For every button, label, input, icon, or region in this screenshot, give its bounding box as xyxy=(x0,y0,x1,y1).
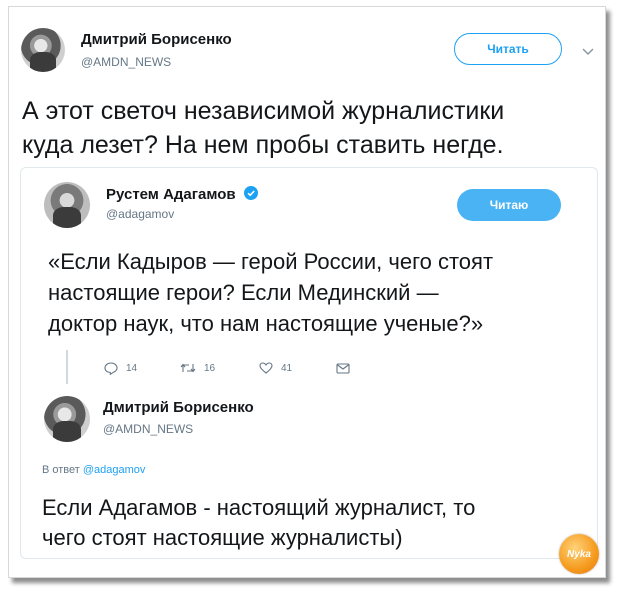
chevron-down-icon[interactable] xyxy=(582,44,594,56)
reply-icon xyxy=(104,361,118,375)
main-author-avatar[interactable] xyxy=(21,28,65,72)
main-tweet-text: А этот светоч независимой журналистики к… xyxy=(22,94,504,162)
quoted-tweet-line: настоящие герои? Если Мединский — xyxy=(48,280,439,305)
site-watermark-logo: Nyka xyxy=(559,534,599,574)
like-action[interactable]: 41 xyxy=(259,361,292,375)
retweet-count: 16 xyxy=(204,362,216,374)
watermark-label: Nyka xyxy=(567,548,591,560)
reply-tweet-line: чего стоят настоящие журналисты) xyxy=(42,525,403,550)
reply-author-avatar[interactable] xyxy=(44,396,90,442)
quoted-author-handle[interactable]: @adagamov xyxy=(106,207,174,221)
quoted-tweet-line: доктор наук, что нам настоящие ученые?» xyxy=(48,311,484,336)
quoted-author-avatar[interactable] xyxy=(44,182,90,228)
thread-connector-line xyxy=(66,350,68,384)
reply-action[interactable]: 14 xyxy=(104,361,137,375)
reply-author-handle[interactable]: @AMDN_NEWS xyxy=(103,422,193,436)
reply-to-handle-link[interactable]: @adagamov xyxy=(83,464,146,476)
quoted-tweet-text: «Если Кадыров — герой России, чего стоят… xyxy=(48,246,493,339)
reply-to-prefix: В ответ xyxy=(42,464,80,476)
main-tweet-line: куда лезет? На нем пробы ставить негде. xyxy=(22,131,504,159)
follow-button[interactable]: Читать xyxy=(454,33,562,65)
message-icon xyxy=(336,362,350,374)
reply-count: 14 xyxy=(126,362,138,374)
reply-author-name[interactable]: Дмитрий Борисенко xyxy=(103,399,254,416)
reply-tweet-line: Если Адагамов - настоящий журналист, то xyxy=(42,495,476,520)
reply-tweet-text: Если Адагамов - настоящий журналист, то … xyxy=(42,493,475,553)
retweet-icon xyxy=(180,362,196,374)
following-button[interactable]: Читаю xyxy=(457,189,561,221)
like-icon xyxy=(259,362,273,374)
retweet-action[interactable]: 16 xyxy=(180,361,215,375)
quoted-tweet-line: «Если Кадыров — герой России, чего стоят xyxy=(48,249,494,274)
main-author-name[interactable]: Дмитрий Борисенко xyxy=(81,31,232,48)
quoted-author-name-row: Рустем Адагамов xyxy=(106,186,258,204)
reply-to-context: В ответ @adagamov xyxy=(42,464,145,476)
main-tweet-line: А этот светоч независимой журналистики xyxy=(22,97,505,125)
message-action[interactable] xyxy=(336,361,350,375)
main-author-handle[interactable]: @AMDN_NEWS xyxy=(81,55,171,69)
like-count: 41 xyxy=(281,362,293,374)
quoted-author-name[interactable]: Рустем Адагамов xyxy=(106,186,236,203)
verified-badge-icon xyxy=(243,186,258,204)
